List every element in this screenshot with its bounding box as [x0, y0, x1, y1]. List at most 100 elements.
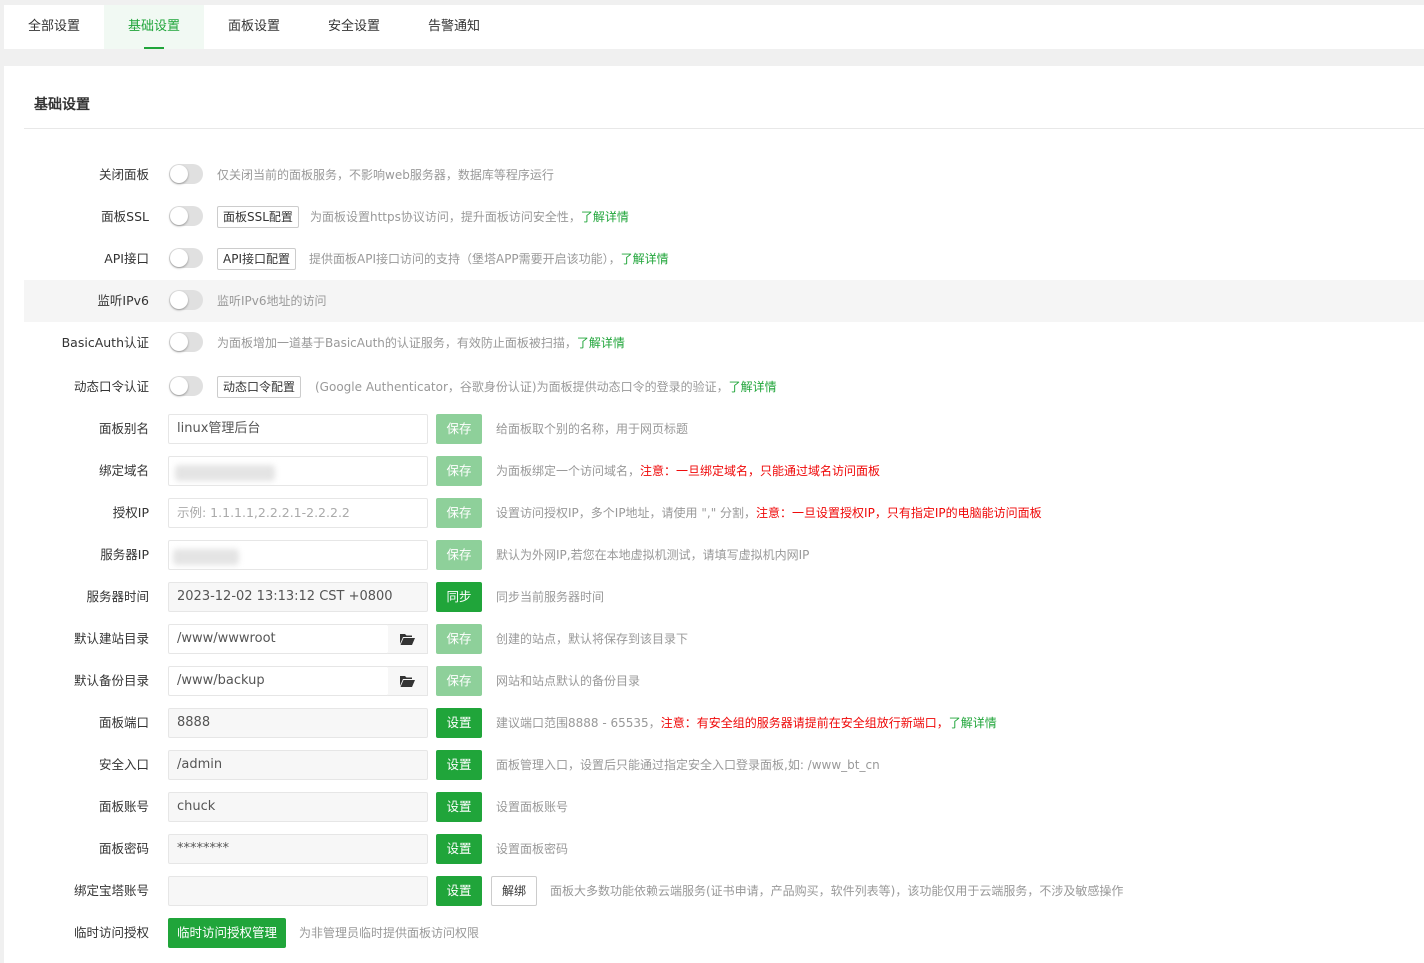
basicauth-label: BasicAuth认证 — [61, 335, 149, 350]
api-toggle[interactable] — [169, 248, 203, 268]
tab-security-settings[interactable]: 安全设置 — [304, 5, 404, 49]
site-dir-label: 默认建站目录 — [73, 631, 149, 646]
bind-domain-desc: 为面板绑定一个访问域名，注意：一旦绑定域名，只能通过域名访问面板 — [496, 450, 880, 492]
backup-dir-desc: 网站和站点默认的备份目录 — [496, 674, 641, 688]
panel-password-set-button[interactable]: 设置 — [436, 834, 482, 864]
api-config-button[interactable]: API接口配置 — [217, 248, 296, 270]
bind-domain-warning: 注意：一旦绑定域名，只能通过域名访问面板 — [640, 464, 881, 478]
totp-toggle[interactable] — [169, 376, 203, 396]
bind-domain-input[interactable] — [168, 456, 428, 486]
row-site-dir: 默认建站目录 /www/wwwroot 保存 创建的站点，默认将保存到该目录下 — [24, 618, 1424, 660]
ipv6-toggle[interactable] — [169, 290, 203, 310]
bt-account-set-button[interactable]: 设置 — [436, 876, 482, 906]
api-label: API接口 — [104, 251, 149, 266]
panel-alias-save-button[interactable]: 保存 — [436, 414, 482, 444]
ipv6-desc: 监听IPv6地址的访问 — [217, 294, 327, 308]
totp-desc: (Google Authenticator，谷歌身份认证)为面板提供动态口令的登… — [315, 366, 777, 408]
backup-dir-folder-button[interactable] — [388, 666, 428, 696]
panel-account-field: chuck — [168, 792, 428, 822]
api-desc-text: 提供面板API接口访问的支持（堡塔APP需要开启该功能）， — [309, 252, 621, 266]
panel-account-label: 面板账号 — [98, 799, 149, 814]
panel-password-label: 面板密码 — [98, 841, 149, 856]
panel-ssl-config-button[interactable]: 面板SSL配置 — [217, 206, 299, 228]
bind-domain-desc-text: 为面板绑定一个访问域名， — [496, 464, 641, 478]
section-divider — [24, 128, 1424, 129]
backup-dir-input[interactable]: /www/backup — [168, 666, 389, 696]
ipv6-label: 监听IPv6 — [97, 293, 149, 308]
section-title: 基础设置 — [34, 97, 90, 113]
server-time-label: 服务器时间 — [86, 589, 149, 604]
panel-port-warning: 注意：有安全组的服务器请提前在安全组放行新端口， — [660, 716, 949, 730]
close-panel-label: 关闭面板 — [98, 167, 149, 182]
panel-ssl-desc-text: 为面板设置https协议访问，提升面板访问安全性， — [310, 210, 581, 224]
panel-ssl-desc: 为面板设置https协议访问，提升面板访问安全性，了解详情 — [310, 196, 629, 238]
row-ipv6: 监听IPv6 监听IPv6地址的访问 — [24, 280, 1424, 322]
close-panel-toggle[interactable] — [169, 164, 203, 184]
row-panel-password: 面板密码 ******** 设置 设置面板密码 — [24, 828, 1424, 870]
totp-desc-text: (Google Authenticator，谷歌身份认证)为面板提供动态口令的登… — [315, 380, 729, 394]
row-panel-account: 面板账号 chuck 设置 设置面板账号 — [24, 786, 1424, 828]
panel-ssl-toggle[interactable] — [169, 206, 203, 226]
row-bt-account: 绑定宝塔账号 设置 解绑 面板大多数功能依赖云端服务(证书申请，产品购买，软件列… — [24, 870, 1424, 912]
auth-ip-input[interactable]: 示例: 1.1.1.1,2.2.2.1-2.2.2.2 — [168, 498, 428, 528]
server-ip-save-button[interactable]: 保存 — [436, 540, 482, 570]
basicauth-learn-more-link[interactable]: 了解详情 — [577, 336, 625, 350]
api-desc: 提供面板API接口访问的支持（堡塔APP需要开启该功能），了解详情 — [309, 238, 669, 280]
row-api: API接口 API接口配置 提供面板API接口访问的支持（堡塔APP需要开启该功… — [24, 238, 1424, 280]
panel-port-learn-more-link[interactable]: 了解详情 — [949, 716, 997, 730]
totp-learn-more-link[interactable]: 了解详情 — [729, 380, 777, 394]
security-entry-field: /admin — [168, 750, 428, 780]
panel-port-label: 面板端口 — [98, 715, 149, 730]
close-panel-desc: 仅关闭当前的面板服务，不影响web服务器，数据库等程序运行 — [217, 168, 554, 182]
temp-auth-manage-button[interactable]: 临时访问授权管理 — [168, 918, 286, 948]
server-ip-input[interactable] — [168, 540, 428, 570]
auth-ip-label: 授权IP — [112, 505, 149, 520]
row-panel-ssl: 面板SSL 面板SSL配置 为面板设置https协议访问，提升面板访问安全性，了… — [24, 196, 1424, 238]
site-dir-save-button[interactable]: 保存 — [436, 624, 482, 654]
backup-dir-label: 默认备份目录 — [73, 673, 149, 688]
tab-panel-settings[interactable]: 面板设置 — [204, 5, 304, 49]
panel-port-set-button[interactable]: 设置 — [436, 708, 482, 738]
backup-dir-save-button[interactable]: 保存 — [436, 666, 482, 696]
panel-account-set-button[interactable]: 设置 — [436, 792, 482, 822]
tab-alert-notifications[interactable]: 告警通知 — [404, 5, 504, 49]
folder-open-icon — [400, 634, 415, 645]
auth-ip-desc-text: 设置访问授权IP，多个IP地址，请使用 "," 分割， — [496, 506, 757, 520]
auth-ip-save-button[interactable]: 保存 — [436, 498, 482, 528]
panel-alias-input[interactable]: linux管理后台 — [168, 414, 428, 444]
totp-config-button[interactable]: 动态口令配置 — [217, 376, 302, 398]
basicauth-toggle[interactable] — [169, 332, 203, 352]
row-auth-ip: 授权IP 示例: 1.1.1.1,2.2.2.1-2.2.2.2 保存 设置访问… — [24, 492, 1424, 534]
redacted-text — [173, 549, 239, 565]
totp-label: 动态口令认证 — [73, 379, 149, 394]
server-time-sync-button[interactable]: 同步 — [436, 582, 482, 612]
folder-open-icon — [400, 676, 415, 687]
server-ip-desc: 默认为外网IP,若您在本地虚拟机测试，请填写虚拟机内网IP — [496, 548, 810, 562]
row-totp: 动态口令认证 动态口令配置 (Google Authenticator，谷歌身份… — [24, 366, 1424, 408]
row-panel-port: 面板端口 8888 设置 建议端口范围8888 - 65535，注意：有安全组的… — [24, 702, 1424, 744]
settings-tabs: 全部设置 基础设置 面板设置 安全设置 告警通知 — [4, 5, 1424, 49]
tab-basic-settings[interactable]: 基础设置 — [104, 5, 204, 49]
api-learn-more-link[interactable]: 了解详情 — [621, 252, 669, 266]
bind-domain-save-button[interactable]: 保存 — [436, 456, 482, 486]
bt-account-unbind-button[interactable]: 解绑 — [491, 876, 537, 906]
tab-all-settings[interactable]: 全部设置 — [4, 5, 104, 49]
temp-auth-desc: 为非管理员临时提供面板访问权限 — [299, 926, 480, 940]
panel-ssl-label: 面板SSL — [101, 209, 149, 224]
panel-port-desc-text: 建议端口范围8888 - 65535， — [496, 716, 661, 730]
redacted-text — [175, 465, 275, 481]
bind-domain-label: 绑定域名 — [98, 463, 149, 478]
row-bind-domain: 绑定域名 保存 为面板绑定一个访问域名，注意：一旦绑定域名，只能通过域名访问面板 — [24, 450, 1424, 492]
row-close-panel: 关闭面板 仅关闭当前的面板服务，不影响web服务器，数据库等程序运行 — [24, 154, 1424, 196]
auth-ip-desc: 设置访问授权IP，多个IP地址，请使用 "," 分割，注意：一旦设置授权IP，只… — [496, 492, 1042, 534]
security-entry-set-button[interactable]: 设置 — [436, 750, 482, 780]
panel-password-field: ******** — [168, 834, 428, 864]
panel-port-field: 8888 — [168, 708, 428, 738]
security-entry-label: 安全入口 — [98, 757, 149, 772]
panel-alias-label: 面板别名 — [98, 421, 149, 436]
site-dir-folder-button[interactable] — [388, 624, 428, 654]
site-dir-input[interactable]: /www/wwwroot — [168, 624, 389, 654]
auth-ip-warning: 注意：一旦设置授权IP，只有指定IP的电脑能访问面板 — [756, 506, 1042, 520]
panel-ssl-learn-more-link[interactable]: 了解详情 — [581, 210, 629, 224]
panel-alias-desc: 给面板取个别的名称，用于网页标题 — [496, 422, 689, 436]
